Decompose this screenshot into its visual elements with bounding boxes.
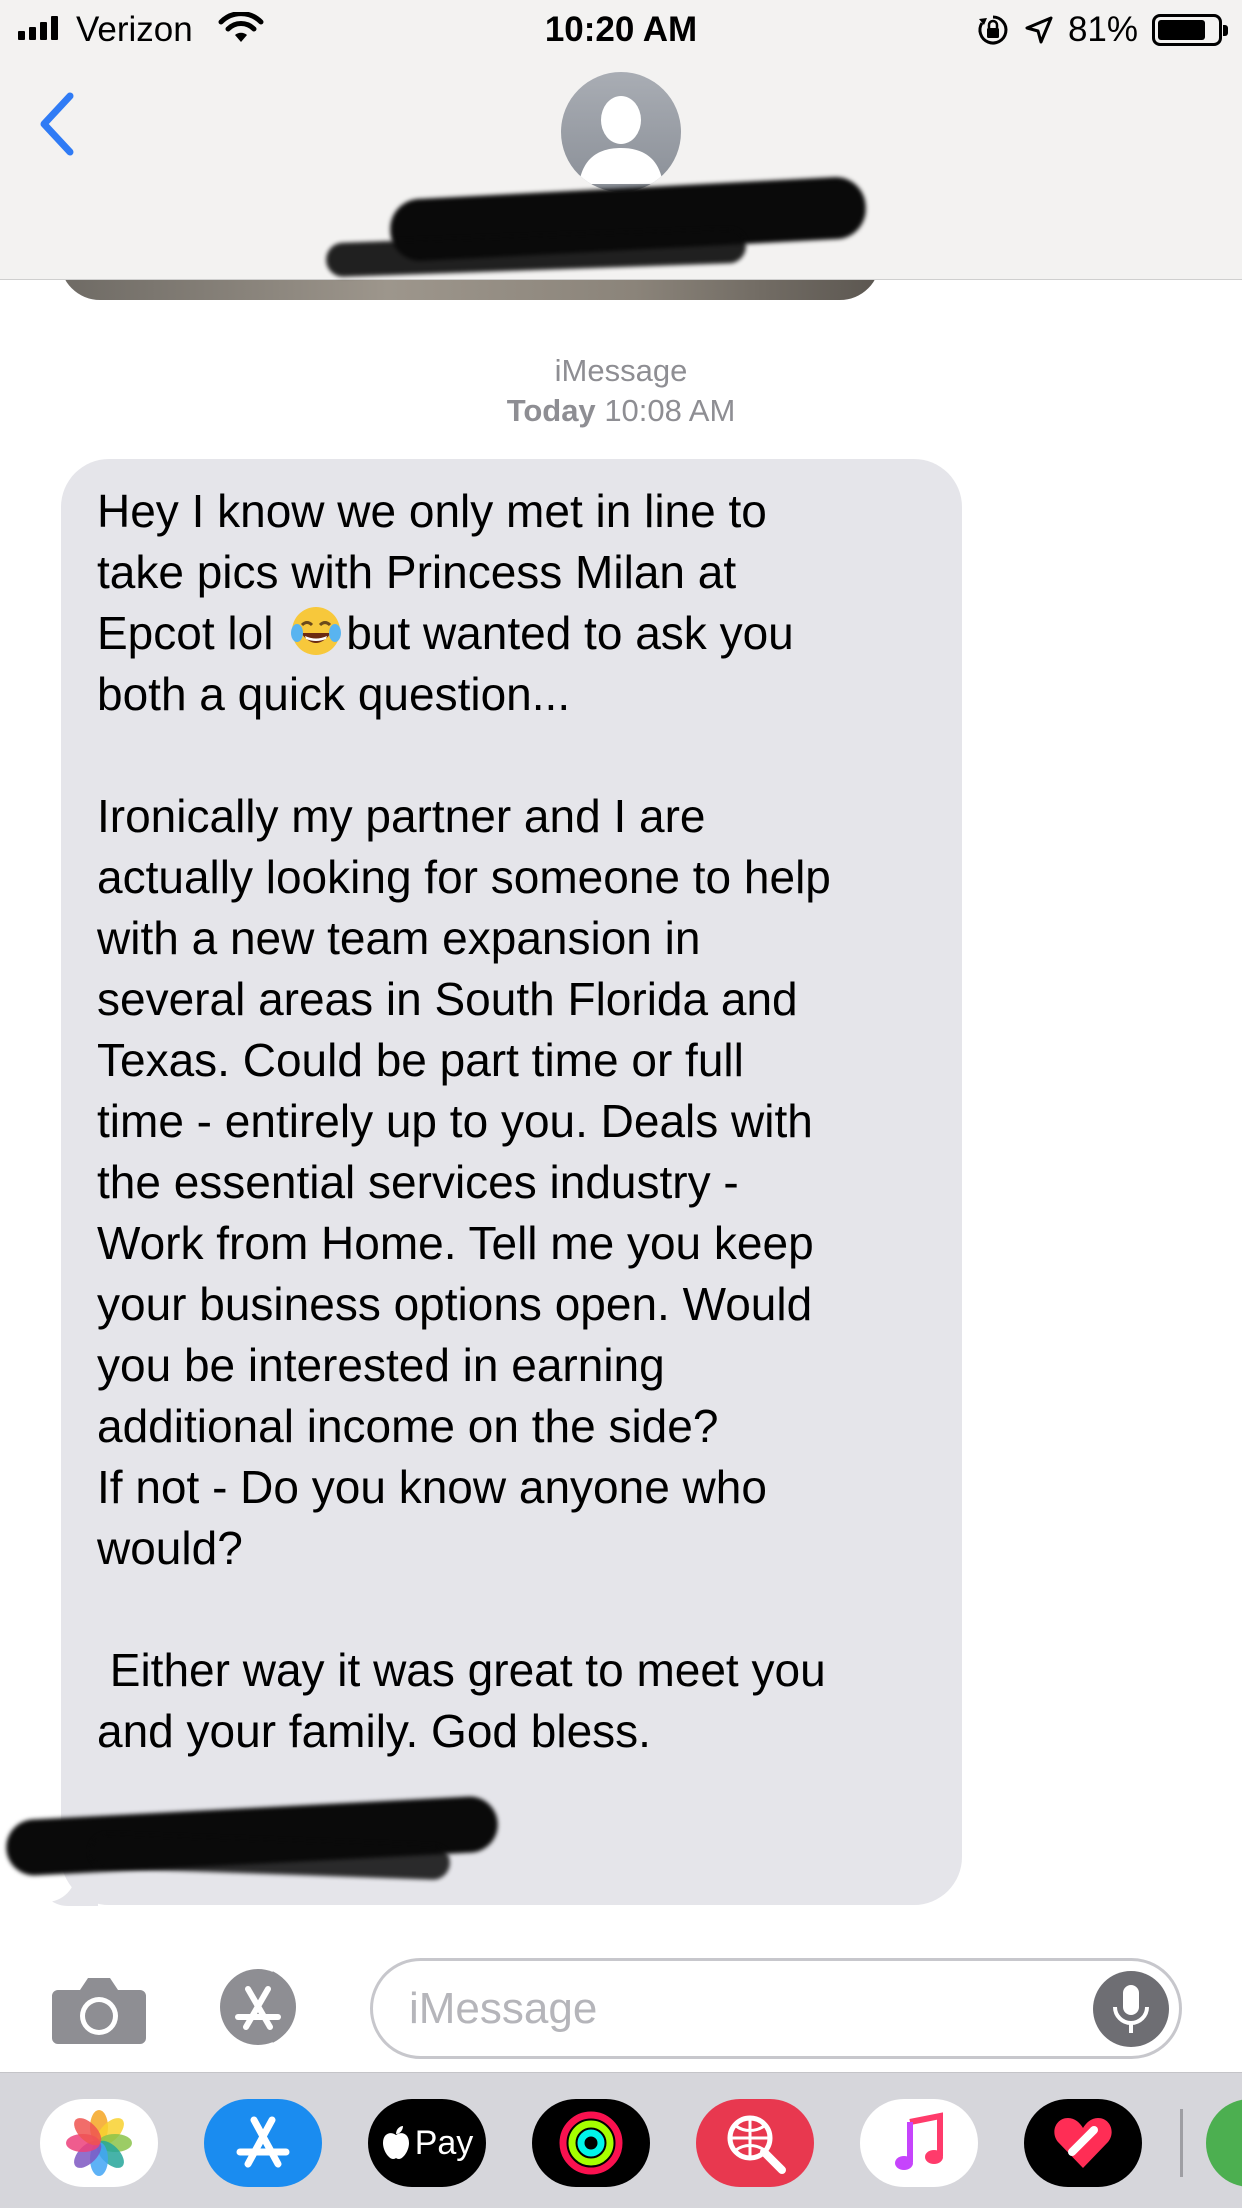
- heart-touch-icon: [1054, 2118, 1112, 2168]
- message-line: Hey I know we only met in line to: [97, 485, 767, 537]
- service-label: iMessage: [554, 353, 688, 388]
- imessage-app-drawer: Pay: [0, 2072, 1242, 2208]
- message-line: If not - Do you know anyone who: [97, 1461, 767, 1513]
- message-line: and your family. God bless.: [97, 1705, 651, 1757]
- activity-rings-icon: [559, 2111, 623, 2175]
- face-with-tears-of-joy-emoji: [291, 607, 342, 655]
- apple-pay-app-icon[interactable]: Pay: [368, 2099, 486, 2187]
- message-line: Ironically my partner and I are: [97, 790, 706, 842]
- messages-screen: Verizon 10:20 AM 81% iMessage Today 10:0…: [0, 0, 1242, 2208]
- apple-pay-label: Pay: [414, 2123, 474, 2162]
- battery-percent: 81%: [1067, 10, 1138, 49]
- battery-fill: [1158, 20, 1205, 40]
- message-line: time - entirely up to you. Deals with: [97, 1095, 813, 1147]
- message-compose-field[interactable]: [370, 1958, 1182, 2059]
- message-line: you be interested in earning: [97, 1339, 665, 1391]
- photos-flower-icon: [66, 2110, 132, 2176]
- conversation-header: Verizon 10:20 AM 81%: [0, 0, 1242, 280]
- message-line: your business options open. Would: [97, 1278, 813, 1330]
- status-bar: Verizon 10:20 AM 81%: [0, 0, 1242, 60]
- digital-touch-app-icon[interactable]: [1024, 2099, 1142, 2187]
- message-line: take pics with Princess Milan at: [97, 546, 737, 598]
- message-input[interactable]: [409, 1979, 1049, 2039]
- partial-app-icon[interactable]: [1206, 2099, 1242, 2187]
- person-silhouette-icon: [579, 96, 663, 184]
- message-line: the essential services industry -: [97, 1156, 739, 1208]
- message-body: Hey I know we only met in line to take pi…: [97, 481, 932, 1884]
- back-chevron-icon[interactable]: [28, 84, 88, 164]
- message-line: additional income on the side?: [97, 1400, 719, 1452]
- camera-icon[interactable]: [50, 1972, 148, 2046]
- orientation-lock-icon: [978, 15, 1008, 45]
- message-line: [97, 725, 932, 786]
- contact-name-redaction-smear: [325, 228, 747, 278]
- status-right-group: 81%: [976, 10, 1228, 50]
- activity-app-icon[interactable]: [532, 2099, 650, 2187]
- microphone-button[interactable]: [1093, 1971, 1169, 2047]
- music-note-icon: [895, 2112, 943, 2170]
- message-line: would?: [97, 1522, 243, 1574]
- message-line: [97, 1579, 932, 1640]
- apple-logo-icon: [382, 2126, 409, 2159]
- message-timestamp: Today 10:08 AM: [0, 393, 1242, 429]
- app-store-glyph-icon: [236, 2116, 290, 2168]
- timestamp-day: Today: [506, 393, 596, 428]
- images-search-app-icon[interactable]: [696, 2099, 814, 2187]
- message-line: Either way it was great to meet you: [97, 1644, 826, 1696]
- music-app-icon[interactable]: [860, 2099, 978, 2187]
- drawer-divider: [1180, 2109, 1183, 2177]
- message-line: actually looking for someone to help: [97, 851, 831, 903]
- timestamp-time: 10:08 AM: [604, 393, 736, 428]
- photos-app-icon[interactable]: [40, 2099, 158, 2187]
- microphone-icon: [1113, 1985, 1149, 2033]
- incoming-message-bubble[interactable]: Hey I know we only met in line to take pi…: [61, 459, 962, 1905]
- app-store-app-icon[interactable]: [204, 2099, 322, 2187]
- message-line: both a quick question...: [97, 668, 571, 720]
- app-store-icon[interactable]: [210, 1967, 318, 2047]
- message-line: Texas. Could be part time or full: [97, 1034, 744, 1086]
- contact-avatar[interactable]: [561, 72, 681, 192]
- message-line: Work from Home. Tell me you keep: [97, 1217, 814, 1269]
- message-line: with a new team expansion in: [97, 912, 701, 964]
- globe-search-icon: [727, 2115, 786, 2174]
- location-arrow-icon: [1025, 16, 1053, 44]
- battery-icon: [1152, 14, 1228, 46]
- message-line: several areas in South Florida and: [97, 973, 798, 1025]
- message-line: Epcot lol but wanted to ask you: [97, 603, 932, 664]
